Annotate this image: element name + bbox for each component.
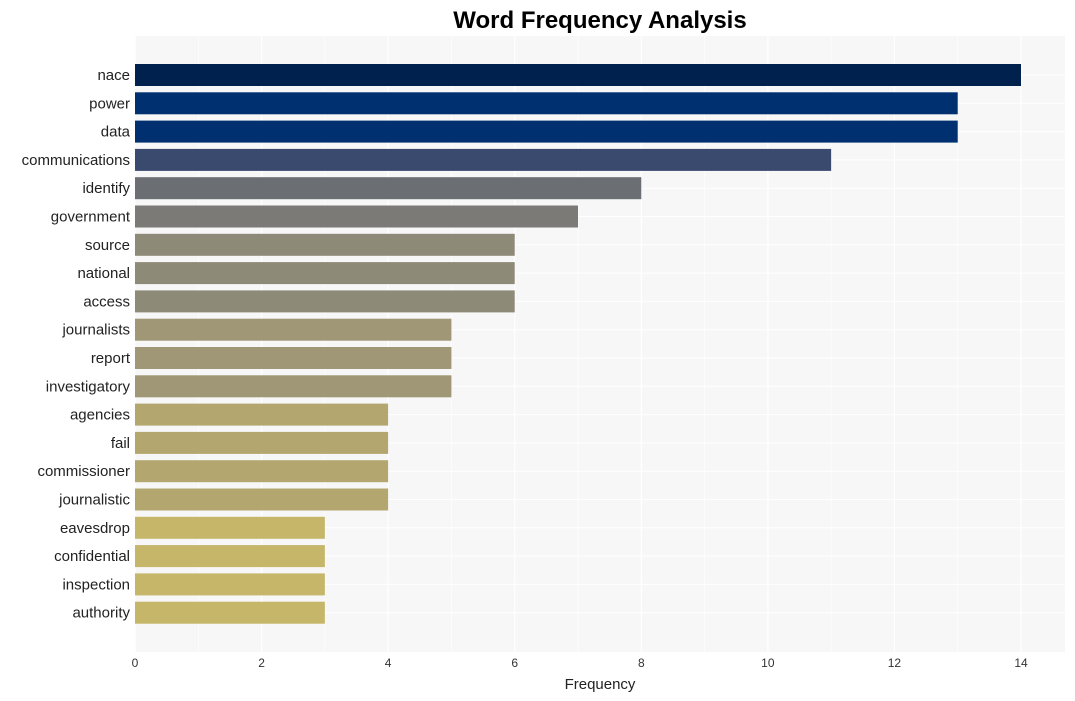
x-tick-label: 6 — [511, 656, 518, 670]
bar-identify — [135, 177, 642, 200]
bar-journalistic — [135, 488, 389, 511]
x-tick-label: 12 — [888, 656, 902, 670]
bar-inspection — [135, 573, 325, 596]
y-tick-label: national — [77, 265, 130, 282]
x-tick-label: 10 — [761, 656, 775, 670]
bar-source — [135, 233, 515, 256]
y-tick-label: investigatory — [46, 378, 131, 395]
y-tick-label: agencies — [70, 407, 130, 424]
y-tick-label: data — [101, 124, 131, 141]
bar-chart: nace power data communications identify gover… — [22, 7, 1065, 693]
x-axis-label: Frequency — [565, 676, 636, 693]
y-tick-label: identify — [82, 180, 130, 197]
y-tick-label: nace — [97, 67, 130, 84]
bar-commissioner — [135, 460, 389, 483]
bar-investigatory — [135, 375, 452, 398]
bar-journalists — [135, 318, 452, 341]
y-tick-label: confidential — [54, 548, 130, 565]
bar-confidential — [135, 545, 325, 568]
x-axis-ticks: 0 2 4 6 8 10 12 14 — [132, 656, 1028, 670]
bar-data — [135, 120, 958, 143]
chart-title: Word Frequency Analysis — [453, 7, 746, 34]
bar-power — [135, 92, 958, 115]
x-tick-label: 8 — [638, 656, 645, 670]
bar-eavesdrop — [135, 516, 325, 539]
bar-fail — [135, 431, 389, 454]
bar-report — [135, 347, 452, 369]
y-axis-labels: nace power data communications identify gover… — [22, 67, 131, 622]
y-tick-label: power — [89, 95, 130, 112]
x-tick-label: 2 — [258, 656, 265, 670]
y-tick-label: eavesdrop — [60, 520, 130, 537]
y-tick-label: inspection — [62, 576, 130, 593]
bar-authority — [135, 601, 325, 624]
bar-communications — [135, 148, 832, 171]
y-tick-label: communications — [22, 152, 130, 169]
bar-national — [135, 262, 515, 285]
x-tick-label: 14 — [1014, 656, 1028, 670]
y-tick-label: source — [85, 237, 130, 254]
bar-government — [135, 205, 578, 228]
x-tick-label: 0 — [132, 656, 139, 670]
y-tick-label: fail — [111, 435, 130, 452]
y-tick-label: authority — [72, 605, 130, 622]
bar-agencies — [135, 403, 389, 426]
y-tick-label: report — [91, 350, 131, 367]
bar-access — [135, 290, 515, 313]
y-tick-label: commissioner — [37, 463, 130, 480]
x-tick-label: 4 — [385, 656, 392, 670]
y-tick-label: government — [51, 209, 131, 226]
y-tick-label: journalists — [61, 322, 130, 339]
y-tick-label: journalistic — [58, 492, 130, 509]
y-tick-label: access — [83, 293, 130, 310]
bar-nace — [135, 64, 1021, 86]
